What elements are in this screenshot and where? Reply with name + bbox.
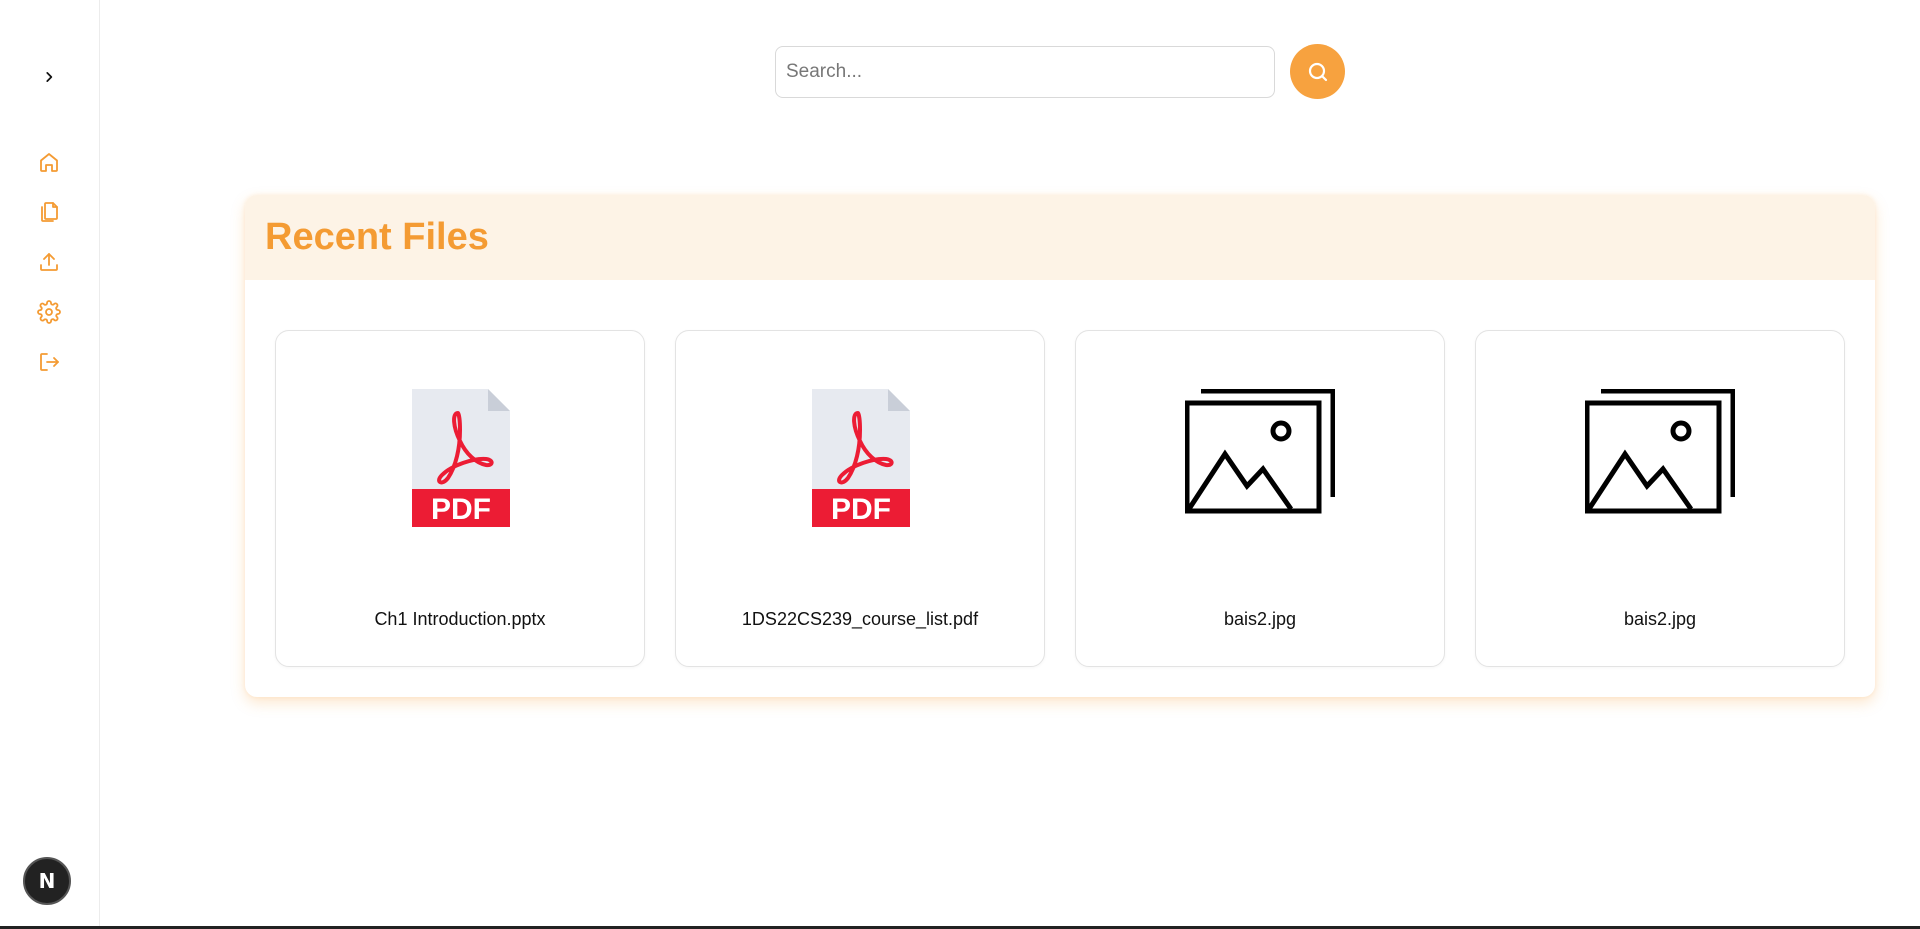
- chevron-right-icon: [46, 72, 53, 82]
- pdf-icon: PDF: [385, 389, 535, 529]
- file-name: 1DS22CS239_course_list.pdf: [741, 609, 979, 629]
- file-card[interactable]: PDF 1DS22CS239_course_list.pdf: [675, 330, 1045, 667]
- home-icon: [40, 153, 58, 172]
- files-icon: [41, 202, 58, 222]
- sidebar-item-home[interactable]: [34, 147, 64, 177]
- app-root: N Recent Files PDF: [0, 0, 1920, 929]
- recent-files-title: Recent Files: [265, 216, 489, 258]
- file-name: Ch1 Introduction.pptx: [374, 609, 546, 629]
- sidebar-item-upload[interactable]: [34, 247, 64, 277]
- recent-files-list: PDF Ch1 Introduction.pptx PDF 1DS22CS239…: [275, 330, 1845, 667]
- file-card[interactable]: bais2.jpg: [1075, 330, 1445, 667]
- sidebar-toggle-button[interactable]: [36, 64, 62, 90]
- gear-icon: [37, 300, 61, 324]
- sidebar-item-files[interactable]: [34, 197, 64, 227]
- recent-files-header: Recent Files: [245, 195, 1875, 280]
- search-input[interactable]: [775, 45, 1275, 98]
- svg-text:PDF: PDF: [831, 493, 891, 526]
- svg-text:PDF: PDF: [431, 493, 491, 526]
- image-icon: [1185, 389, 1335, 529]
- file-card[interactable]: bais2.jpg: [1475, 330, 1845, 667]
- recent-files-panel: Recent Files PDF Ch1 Introduction.pptx P…: [245, 195, 1875, 697]
- file-card[interactable]: PDF Ch1 Introduction.pptx: [275, 330, 645, 667]
- file-name: bais2.jpg: [1623, 609, 1697, 629]
- image-icon: [1585, 389, 1735, 529]
- sidebar-item-logout[interactable]: [34, 347, 64, 377]
- next-badge[interactable]: N: [23, 857, 71, 905]
- search-icon: [1308, 62, 1327, 81]
- file-name: bais2.jpg: [1223, 609, 1297, 629]
- sidebar-item-settings[interactable]: [34, 297, 64, 327]
- pdf-icon: PDF: [785, 389, 935, 529]
- sidebar: N: [0, 0, 100, 929]
- logout-icon: [40, 353, 59, 371]
- search-button[interactable]: [1290, 44, 1345, 99]
- badge-letter: N: [38, 869, 56, 893]
- search-bar: [775, 44, 1345, 99]
- upload-icon: [40, 253, 58, 271]
